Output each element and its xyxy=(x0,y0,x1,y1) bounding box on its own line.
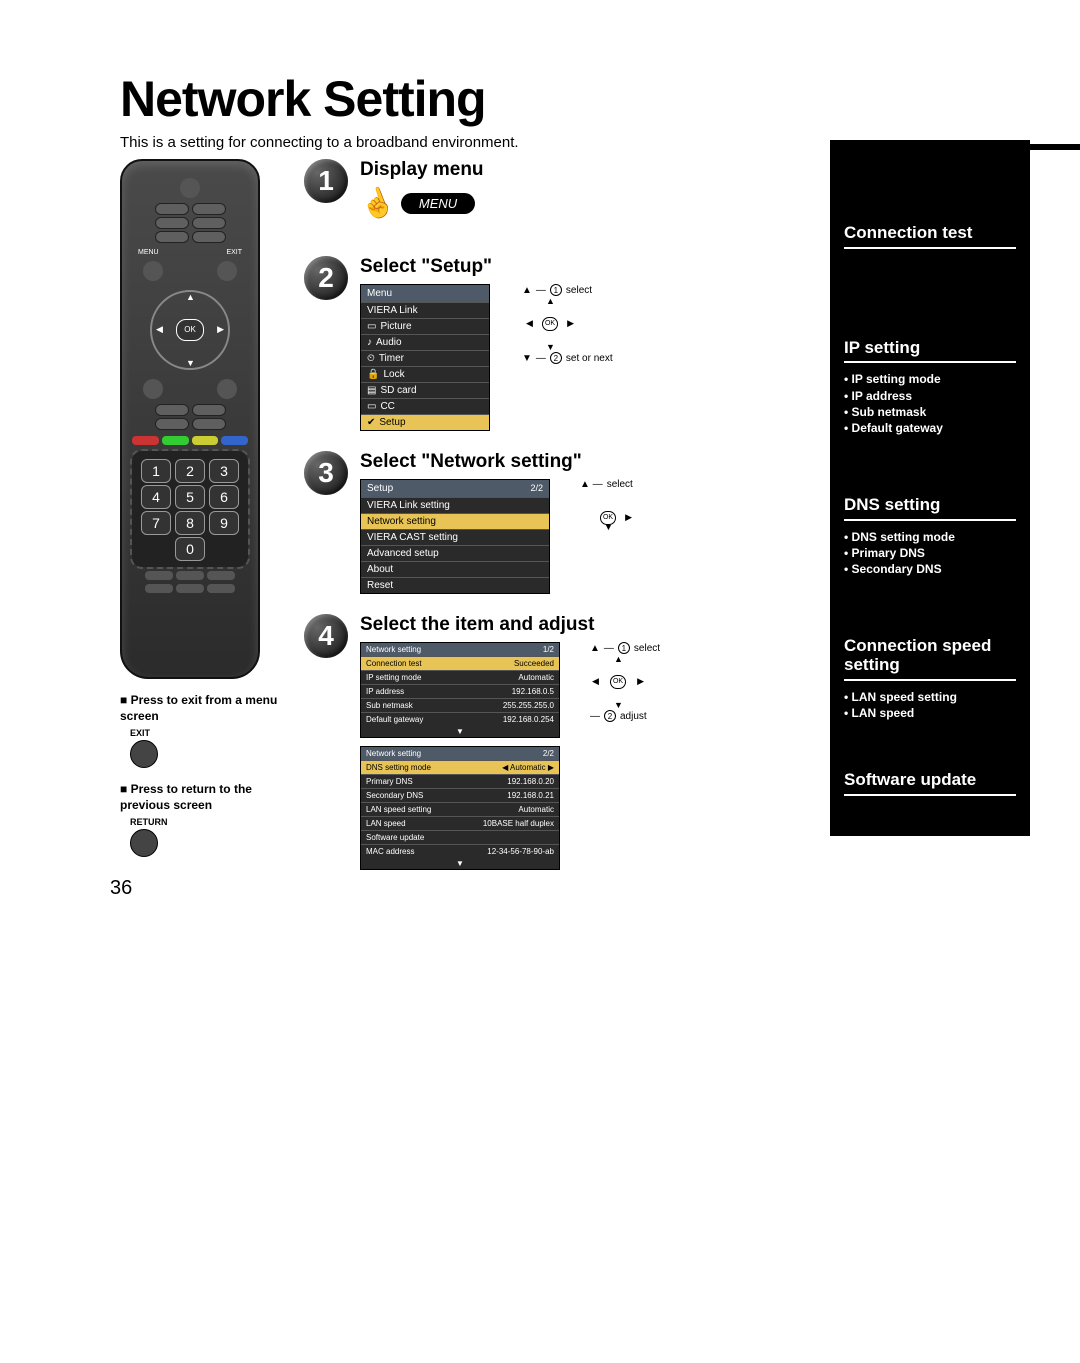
network-table-1: Network setting1/2 Connection testSuccee… xyxy=(360,642,560,738)
menu-item[interactable]: Advanced setup xyxy=(361,545,549,561)
remote-numpad[interactable]: 1 2 3 4 5 6 7 8 9 0 xyxy=(132,451,248,567)
key-7[interactable]: 7 xyxy=(141,511,171,535)
menu-item[interactable]: VIERA CAST setting xyxy=(361,529,549,545)
sidebar-item: DNS setting mode xyxy=(844,529,1016,545)
annot-adjust: adjust xyxy=(620,711,647,722)
osd-setup-menu: Setup2/2 VIERA Link setting Network sett… xyxy=(360,479,550,594)
note-exit: Press to exit from a menu screen xyxy=(120,693,280,724)
key-6[interactable]: 6 xyxy=(209,485,239,509)
step-1-badge: 1 xyxy=(304,159,348,203)
nav-pad-icon: ▲ ▼ ◀ ▶ OK xyxy=(590,654,646,710)
step-3-badge: 3 xyxy=(304,451,348,495)
key-5[interactable]: 5 xyxy=(175,485,205,509)
menu-item[interactable]: 🔒Lock xyxy=(361,366,489,382)
table-row[interactable]: Software update xyxy=(361,830,559,844)
hand-icon: ☝ xyxy=(355,182,399,225)
annot-setnext: set or next xyxy=(566,353,613,364)
sidebar-item: IP setting mode xyxy=(844,371,1016,387)
return-btn-label: RETURN xyxy=(130,817,280,827)
osd-main-menu: Menu VIERA Link ▭ Picture ♪ Audio ⏲ Time… xyxy=(360,284,490,431)
table-row[interactable]: Primary DNS192.168.0.20 xyxy=(361,774,559,788)
remote-menu-label: MENU xyxy=(138,249,159,256)
menu-button[interactable]: MENU xyxy=(401,193,475,214)
table-row[interactable]: LAN speed settingAutomatic xyxy=(361,802,559,816)
key-1[interactable]: 1 xyxy=(141,459,171,483)
key-0[interactable]: 0 xyxy=(175,537,205,561)
exit-btn-label: EXIT xyxy=(130,728,280,738)
annot-select: select xyxy=(634,643,660,654)
menu-item[interactable]: ▭ Picture xyxy=(361,318,489,334)
table-row[interactable]: Connection testSucceeded xyxy=(361,656,559,670)
step-4-badge: 4 xyxy=(304,614,348,658)
sidebar-item: IP address xyxy=(844,388,1016,404)
sidebar-speed-setting: Connection speed setting xyxy=(844,637,1016,674)
menu-item[interactable]: VIERA Link setting xyxy=(361,497,549,513)
key-8[interactable]: 8 xyxy=(175,511,205,535)
table-row[interactable]: IP setting modeAutomatic xyxy=(361,670,559,684)
nav-pad-icon: ▼ ▶ OK xyxy=(580,490,636,546)
sidebar-ip-setting: IP setting xyxy=(844,339,1016,358)
menu-item[interactable]: ▭ CC xyxy=(361,398,489,414)
menu-item[interactable]: About xyxy=(361,561,549,577)
remote-exit-label: EXIT xyxy=(226,249,242,256)
sidebar-item: LAN speed setting xyxy=(844,689,1016,705)
key-3[interactable]: 3 xyxy=(209,459,239,483)
sidebar-dns-setting: DNS setting xyxy=(844,496,1016,515)
network-table-2: Network setting2/2 DNS setting mode◀ Aut… xyxy=(360,746,560,870)
table-row[interactable]: IP address192.168.0.5 xyxy=(361,684,559,698)
menu-item-setup[interactable]: ✔ Setup xyxy=(361,414,489,430)
sidebar-item: Primary DNS xyxy=(844,545,1016,561)
sidebar-item: Default gateway xyxy=(844,420,1016,436)
note-return: Press to return to the previous screen xyxy=(120,782,280,813)
sidebar-item: LAN speed xyxy=(844,705,1016,721)
menu-item[interactable]: Reset xyxy=(361,577,549,593)
menu-item[interactable]: VIERA Link xyxy=(361,302,489,318)
menu-item[interactable]: ▤ SD card xyxy=(361,382,489,398)
remote-control: MENU EXIT ▲ ▼ ◀ ▶ OK xyxy=(120,159,260,679)
page-number: 36 xyxy=(110,877,132,900)
key-2[interactable]: 2 xyxy=(175,459,205,483)
sidebar-item: Secondary DNS xyxy=(844,561,1016,577)
menu-item[interactable]: ⏲ Timer xyxy=(361,350,489,366)
sidebar-software-update: Software update xyxy=(844,771,1016,790)
annot-select: select xyxy=(566,285,592,296)
table-row[interactable]: MAC address12-34-56-78-90-ab xyxy=(361,844,559,858)
exit-button-icon xyxy=(130,740,158,768)
sidebar-connection-test: Connection test xyxy=(844,224,1016,243)
menu-item[interactable]: ♪ Audio xyxy=(361,334,489,350)
nav-pad-icon: ▲ ▼ ◀ ▶ OK xyxy=(522,296,578,352)
sidebar: Connection test IP setting IP setting mo… xyxy=(830,140,1030,836)
key-9[interactable]: 9 xyxy=(209,511,239,535)
menu-item-network[interactable]: Network setting xyxy=(361,513,549,529)
return-button-icon xyxy=(130,829,158,857)
remote-ok-button[interactable]: OK xyxy=(176,319,204,341)
table-row[interactable]: Secondary DNS192.168.0.21 xyxy=(361,788,559,802)
table-row[interactable]: LAN speed10BASE half duplex xyxy=(361,816,559,830)
sidebar-item: Sub netmask xyxy=(844,404,1016,420)
annot-select: select xyxy=(607,479,633,490)
page-title: Network Setting xyxy=(120,70,1030,128)
step-2-badge: 2 xyxy=(304,256,348,300)
remote-dpad[interactable]: ▲ ▼ ◀ ▶ OK xyxy=(150,290,230,370)
table-row[interactable]: DNS setting mode◀ Automatic ▶ xyxy=(361,760,559,774)
table-row[interactable]: Default gateway192.168.0.254 xyxy=(361,712,559,726)
key-4[interactable]: 4 xyxy=(141,485,171,509)
table-row[interactable]: Sub netmask255.255.255.0 xyxy=(361,698,559,712)
